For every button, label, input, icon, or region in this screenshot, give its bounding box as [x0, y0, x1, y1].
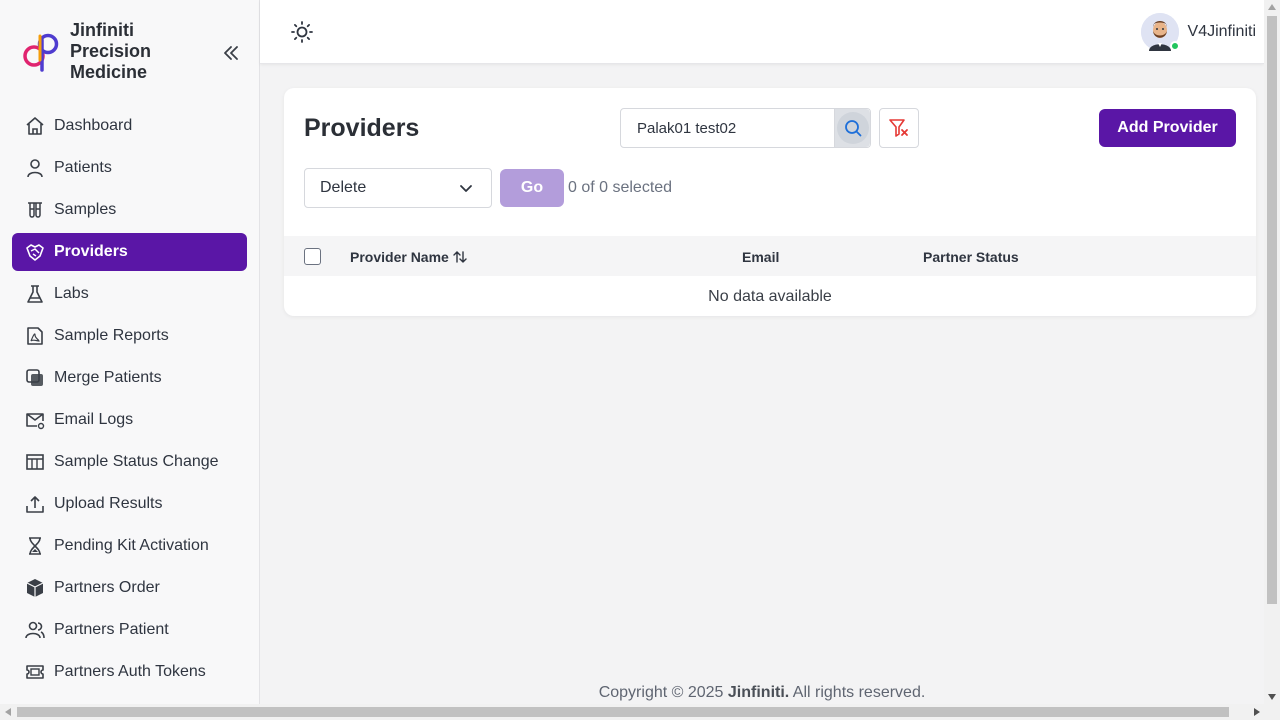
- sun-icon: [291, 21, 313, 43]
- scroll-down-arrow-icon[interactable]: [1268, 694, 1276, 700]
- search-icon: [844, 120, 861, 137]
- search-box: [620, 108, 871, 148]
- table-header: Provider Name Email Partner Status: [284, 236, 1256, 276]
- theme-toggle-button[interactable]: [290, 20, 314, 44]
- sidebar-item-providers[interactable]: Providers: [12, 233, 247, 271]
- bulk-action-selected: Delete: [320, 179, 367, 196]
- sidebar-item-merge-patients[interactable]: Merge Patients: [12, 359, 247, 397]
- column-provider-name[interactable]: Provider Name: [350, 249, 467, 265]
- users-icon: [24, 619, 46, 641]
- sidebar-item-label: Patients: [54, 159, 112, 176]
- box-icon: [24, 577, 46, 599]
- avatar: [1140, 13, 1180, 51]
- footer: Copyright © 2025 Jinfiniti. All rights r…: [260, 684, 1264, 702]
- sidebar-item-label: Merge Patients: [54, 369, 162, 386]
- sidebar-item-patients[interactable]: Patients: [12, 149, 247, 187]
- sidebar-item-partners-order[interactable]: Partners Order: [12, 569, 247, 607]
- sidebar: Jinfiniti Precision Medicine Dashboard P…: [0, 0, 260, 704]
- empty-table-message: No data available: [708, 288, 832, 305]
- select-all-checkbox[interactable]: [304, 248, 321, 265]
- footer-suffix: All rights reserved.: [792, 684, 926, 701]
- sidebar-item-label: Upload Results: [54, 495, 163, 512]
- brand-name: Jinfiniti Precision Medicine: [70, 20, 152, 82]
- home-icon: [24, 115, 46, 137]
- hourglass-icon: [24, 535, 46, 557]
- go-button[interactable]: Go: [500, 169, 564, 207]
- sidebar-item-label: Pending Kit Activation: [54, 537, 209, 554]
- online-status-dot: [1169, 41, 1180, 51]
- flask-icon: [24, 283, 46, 305]
- sidebar-item-label: Sample Status Change: [54, 453, 219, 470]
- sidebar-item-label: Providers: [54, 243, 128, 260]
- sidebar-item-partners-auth-tokens[interactable]: Partners Auth Tokens: [12, 653, 247, 691]
- sidebar-item-partners-patient[interactable]: Partners Patient: [12, 611, 247, 649]
- vertical-scroll-thumb[interactable]: [1267, 16, 1277, 604]
- collapse-sidebar-button[interactable]: [220, 42, 242, 64]
- add-provider-button[interactable]: Add Provider: [1099, 109, 1236, 147]
- merge-icon: [24, 367, 46, 389]
- sidebar-item-label: Email Logs: [54, 411, 134, 428]
- selection-count: 0 of 0 selected: [568, 179, 673, 196]
- bulk-action-select[interactable]: Delete: [304, 168, 492, 208]
- upload-icon: [24, 493, 46, 515]
- sidebar-item-label: Sample Reports: [54, 327, 169, 344]
- username: V4Jinfiniti: [1187, 23, 1256, 40]
- jinfiniti-logo-icon: [23, 33, 59, 72]
- sidebar-item-samples[interactable]: Samples: [12, 191, 247, 229]
- sidebar-nav: Dashboard Patients Samples Providers Lab…: [12, 107, 247, 695]
- handshake-icon: [24, 241, 46, 263]
- sidebar-item-label: Partners Auth Tokens: [54, 663, 206, 680]
- table-icon: [24, 451, 46, 473]
- scroll-up-arrow-icon[interactable]: [1268, 4, 1276, 10]
- sidebar-item-label: Dashboard: [54, 117, 133, 134]
- column-label: Provider Name: [350, 249, 449, 265]
- sort-icon: [453, 251, 467, 263]
- sidebar-item-sample-reports[interactable]: Sample Reports: [12, 317, 247, 355]
- search-input[interactable]: [621, 109, 833, 147]
- sidebar-item-label: Partners Patient: [54, 621, 169, 638]
- sidebar-item-sample-status-change[interactable]: Sample Status Change: [12, 443, 247, 481]
- ticket-icon: [24, 661, 46, 683]
- sidebar-item-dashboard[interactable]: Dashboard: [12, 107, 247, 145]
- pdf-file-icon: [24, 325, 46, 347]
- clear-filter-button[interactable]: [879, 108, 919, 148]
- scroll-right-arrow-icon[interactable]: [1254, 708, 1260, 716]
- brand[interactable]: Jinfiniti Precision Medicine: [20, 20, 200, 83]
- double-chevron-left-icon: [224, 46, 238, 60]
- sidebar-item-email-logs[interactable]: Email Logs: [12, 401, 247, 439]
- sidebar-item-label: Labs: [54, 285, 89, 302]
- footer-company: Jinfiniti.: [727, 684, 790, 701]
- sidebar-item-pending-kit-activation[interactable]: Pending Kit Activation: [12, 527, 247, 565]
- column-email: Email: [742, 249, 780, 265]
- footer-prefix: Copyright © 2025: [598, 684, 724, 701]
- mail-gear-icon: [24, 409, 46, 431]
- sidebar-item-label: Samples: [54, 201, 117, 218]
- search-button[interactable]: [834, 109, 870, 147]
- sidebar-item-labs[interactable]: Labs: [12, 275, 247, 313]
- user-icon: [24, 157, 46, 179]
- top-header: V4Jinfiniti: [260, 0, 1264, 64]
- page-title: Providers: [304, 114, 420, 142]
- horizontal-scroll-thumb[interactable]: [17, 707, 1229, 717]
- vertical-scrollbar[interactable]: [1264, 0, 1280, 704]
- providers-card: Providers Add Provider Delete Go 0 of 0 …: [284, 88, 1256, 316]
- scroll-left-arrow-icon[interactable]: [5, 708, 11, 716]
- test-tubes-icon: [24, 199, 46, 221]
- chevron-down-icon: [460, 185, 472, 192]
- sidebar-item-label: Partners Order: [54, 579, 160, 596]
- filter-clear-icon: [889, 119, 908, 137]
- horizontal-scrollbar[interactable]: [0, 704, 1280, 720]
- column-partner-status: Partner Status: [923, 249, 1019, 265]
- sidebar-item-upload-results[interactable]: Upload Results: [12, 485, 247, 523]
- user-menu[interactable]: V4Jinfiniti: [1140, 13, 1256, 51]
